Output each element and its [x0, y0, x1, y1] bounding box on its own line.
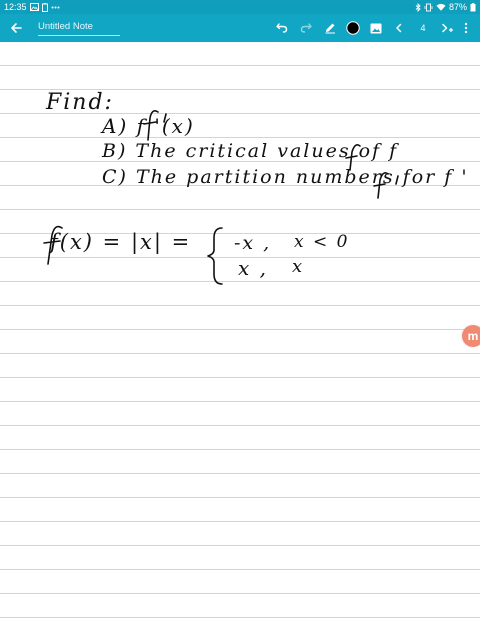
- undo-icon: [276, 23, 288, 33]
- more-vertical-icon: [464, 22, 468, 34]
- wifi-icon: [436, 3, 446, 11]
- image-icon: [370, 23, 382, 34]
- next-add-page-button[interactable]: [437, 18, 457, 38]
- status-left: 12:35: [4, 0, 60, 14]
- status-bar: 12:35 87%: [0, 0, 480, 14]
- more-dots-icon: [51, 6, 60, 9]
- redo-icon: [300, 23, 312, 33]
- undo-button[interactable]: [272, 18, 292, 38]
- note-canvas[interactable]: Find: A) f '(x) B) The critical values o…: [0, 42, 480, 640]
- back-arrow-icon: [10, 22, 22, 34]
- ink-strokes: [43, 110, 399, 285]
- handwriting-find: Find:: [46, 90, 114, 115]
- previous-page-button[interactable]: [389, 18, 409, 38]
- photo-icon: [29, 3, 39, 11]
- handwriting-case2-expr: x ,: [238, 256, 268, 280]
- battery-icon: [470, 2, 476, 12]
- back-button[interactable]: [6, 18, 26, 38]
- vibrate-icon: [424, 3, 433, 12]
- color-swatch-icon: [346, 21, 360, 35]
- page-number: 4: [420, 23, 426, 33]
- handwriting-equation-lhs: f(x) = |x| =: [50, 230, 192, 254]
- battery-percent: 87%: [448, 2, 467, 12]
- redo-button[interactable]: [296, 18, 316, 38]
- floating-app-button[interactable]: m: [462, 325, 480, 347]
- app-logo-icon: m: [467, 329, 479, 343]
- battery-saver-icon: [41, 2, 48, 12]
- add-page-icon: [441, 22, 453, 34]
- pen-tool-button[interactable]: [320, 18, 340, 38]
- status-time: 12:35: [4, 2, 27, 12]
- note-title-field[interactable]: Untitled Note: [38, 20, 120, 36]
- handwriting-case1-cond: x < 0: [294, 232, 350, 252]
- more-options-button[interactable]: [456, 18, 476, 38]
- pen-icon: [324, 22, 336, 34]
- handwriting-item-c: C) The partition numbers for f ': [102, 166, 469, 188]
- handwriting-case1-expr: -x ,: [234, 232, 272, 254]
- curly-brace: [207, 227, 223, 285]
- insert-image-button[interactable]: [366, 18, 386, 38]
- status-right: 87%: [415, 0, 476, 14]
- chevron-left-icon: [395, 23, 403, 33]
- handwriting-item-a: A) f '(x): [102, 114, 195, 138]
- handwriting-item-b: B) The critical values of f: [102, 140, 399, 162]
- app-toolbar: Untitled Note 4: [0, 14, 480, 42]
- handwriting-case2-cond: x: [292, 256, 305, 277]
- bluetooth-icon: [415, 2, 421, 12]
- pen-color-button[interactable]: [343, 18, 363, 38]
